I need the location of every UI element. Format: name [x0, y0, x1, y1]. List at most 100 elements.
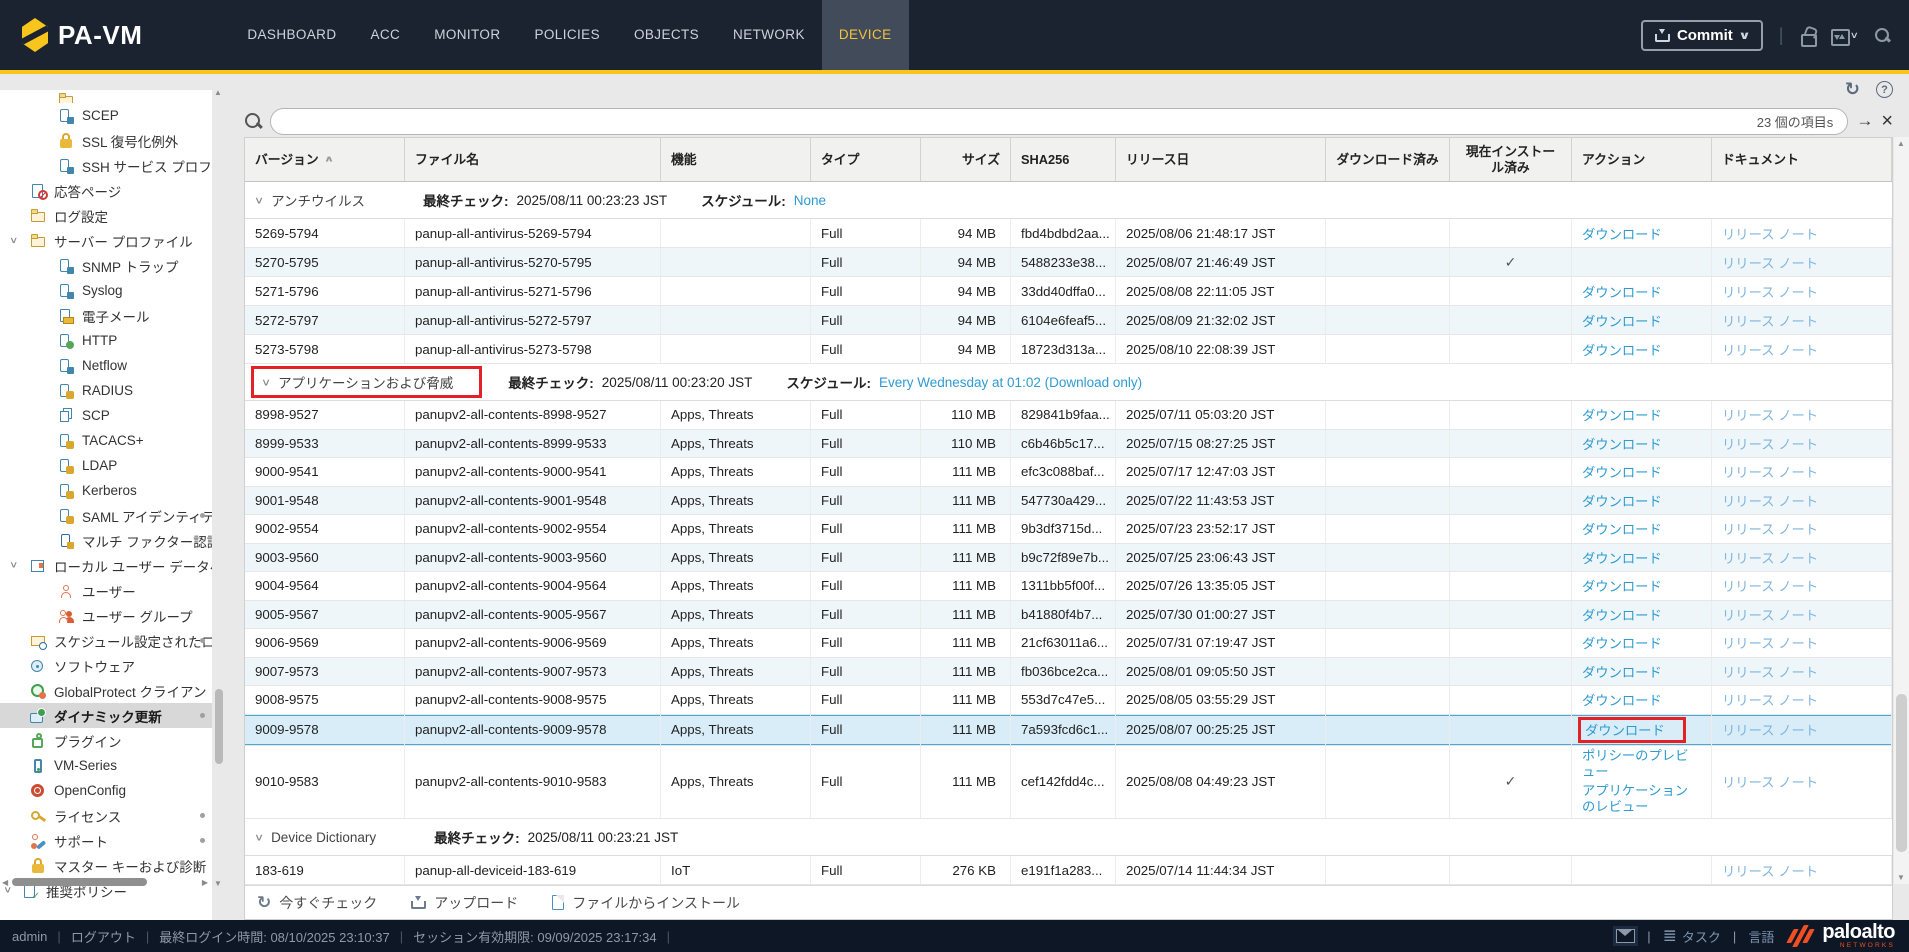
column-header-docs[interactable]: ドキュメント [1712, 138, 1892, 181]
sidebar-item-21[interactable]: ユーザー グループ [0, 603, 212, 628]
mail-icon[interactable] [1616, 929, 1635, 943]
sidebar-item-30[interactable]: サポート [0, 828, 212, 853]
apply-filter-arrow-icon[interactable]: → [1856, 111, 1873, 131]
tab-device[interactable]: DEVICE [822, 0, 909, 70]
sidebar-item-8[interactable]: Syslog [0, 278, 212, 303]
scrollbar-thumb[interactable] [1896, 694, 1907, 852]
scroll-down-arrow[interactable]: ▼ [214, 879, 222, 888]
scrollbar-thumb[interactable] [12, 878, 147, 886]
clear-filter-icon[interactable]: × [1881, 111, 1893, 131]
download-link[interactable]: ダウンロード [1582, 519, 1662, 538]
download-link[interactable]: ダウンロード [1582, 633, 1662, 652]
scroll-down-arrow[interactable]: ▼ [1897, 873, 1905, 882]
help-icon[interactable]: ? [1876, 81, 1893, 98]
release-notes-link[interactable]: リリース ノート [1722, 462, 1818, 481]
tab-objects[interactable]: OBJECTS [617, 0, 716, 70]
sidebar-item[interactable] [0, 90, 212, 103]
sidebar-item-7[interactable]: SNMP トラップ [0, 253, 212, 278]
chevron-down-icon[interactable]: ∨ [254, 831, 264, 843]
download-link[interactable]: ダウンロード [1582, 576, 1662, 595]
download-link[interactable]: ダウンロード [1582, 462, 1662, 481]
sidebar-item-29[interactable]: ライセンス [0, 803, 212, 828]
sidebar-item-11[interactable]: Netflow [0, 353, 212, 378]
refresh-icon[interactable]: ↻ [1845, 79, 1860, 100]
sidebar-item-17[interactable]: SAML アイデンティティ [0, 503, 212, 528]
tab-dashboard[interactable]: DASHBOARD [230, 0, 353, 70]
release-notes-link[interactable]: リリース ノート [1722, 253, 1818, 272]
release-notes-link[interactable]: リリース ノート [1722, 224, 1818, 243]
sidebar-item-12[interactable]: RADIUS [0, 378, 212, 403]
sidebar-item-27[interactable]: VM-Series [0, 753, 212, 778]
config-save-icon[interactable] [1831, 28, 1848, 43]
sidebar-item-31[interactable]: マスター キーおよび診断 [0, 853, 212, 878]
sidebar-item-19[interactable]: ∨ローカル ユーザー データベ [0, 553, 212, 578]
column-header-sha256[interactable]: SHA256 [1011, 138, 1116, 181]
release-notes-link[interactable]: リリース ノート [1722, 491, 1818, 510]
lock-icon[interactable] [1799, 27, 1815, 44]
sidebar-item-28[interactable]: OpenConfig [0, 778, 212, 803]
download-link[interactable]: ダウンロード [1582, 605, 1662, 624]
sidebar-item-2[interactable]: SSL 復号化例外 [0, 128, 212, 153]
global-search-icon[interactable] [1874, 27, 1891, 44]
download-link[interactable]: ダウンロード [1582, 690, 1662, 709]
sidebar-vertical-scrollbar[interactable]: ▲ ▼ [212, 104, 227, 874]
column-header-version[interactable]: バージョン∧ [245, 138, 405, 181]
sidebar-item-16[interactable]: Kerberos [0, 478, 212, 503]
column-header-downloaded[interactable]: ダウンロード済み [1326, 138, 1450, 181]
column-header-release_date[interactable]: リリース日 [1116, 138, 1326, 181]
tab-monitor[interactable]: MONITOR [417, 0, 517, 70]
column-header-installed[interactable]: 現在インストール済み [1450, 138, 1572, 181]
tasks-button[interactable]: ≣ タスク [1663, 926, 1721, 946]
sidebar-item-1[interactable]: SCEP [0, 103, 212, 128]
tab-network[interactable]: NETWORK [716, 0, 822, 70]
tab-policies[interactable]: POLICIES [518, 0, 617, 70]
sidebar-item-3[interactable]: SSH サービス プロファ [0, 153, 212, 178]
download-link[interactable]: ダウンロード [1582, 662, 1662, 681]
scroll-up-arrow[interactable]: ▲ [214, 88, 222, 97]
download-link[interactable]: ダウンロード [1582, 405, 1662, 424]
sidebar-item-22[interactable]: スケジュール設定されたロ [0, 628, 212, 653]
language-button[interactable]: 言語 [1748, 927, 1774, 946]
sidebar-item-25[interactable]: ダイナミック更新 [0, 703, 212, 728]
download-link[interactable]: ダウンロード [1582, 548, 1662, 567]
column-header-size[interactable]: サイズ [921, 138, 1011, 181]
sidebar-item-14[interactable]: TACACS+ [0, 428, 212, 453]
release-notes-link[interactable]: リリース ノート [1722, 434, 1818, 453]
release-notes-link[interactable]: リリース ノート [1722, 772, 1818, 791]
column-header-type[interactable]: タイプ [811, 138, 921, 181]
table-vertical-scrollbar[interactable]: ▲ ▼ [1894, 137, 1909, 884]
sidebar-item-4[interactable]: 応答ページ [0, 178, 212, 203]
scroll-left-arrow[interactable]: ◀ [2, 878, 8, 887]
download-link[interactable]: ダウンロード [1585, 723, 1665, 738]
sidebar-item-13[interactable]: SCP [0, 403, 212, 428]
sidebar-item-10[interactable]: HTTP [0, 328, 212, 353]
download-link[interactable]: ダウンロード [1582, 434, 1662, 453]
release-notes-link[interactable]: リリース ノート [1722, 662, 1818, 681]
commit-button[interactable]: Commit ∨ [1641, 20, 1763, 51]
column-header-features[interactable]: 機能 [661, 138, 811, 181]
install-from-file-button[interactable]: ファイルからインストール [552, 893, 740, 913]
sidebar-item-23[interactable]: ソフトウェア [0, 653, 212, 678]
sidebar-item-15[interactable]: LDAP [0, 453, 212, 478]
check-now-button[interactable]: ↻ 今すぐチェック [257, 893, 377, 913]
release-notes-link[interactable]: リリース ノート [1722, 548, 1818, 567]
sidebar-item-20[interactable]: ユーザー [0, 578, 212, 603]
download-link[interactable]: ダウンロード [1582, 282, 1662, 301]
release-notes-link[interactable]: リリース ノート [1722, 861, 1818, 880]
release-notes-link[interactable]: リリース ノート [1722, 311, 1818, 330]
download-link[interactable]: ダウンロード [1582, 491, 1662, 510]
sidebar-item-18[interactable]: マルチ ファクター認証 [0, 528, 212, 553]
search-input[interactable]: 23 個の項目s [270, 108, 1848, 135]
schedule-link[interactable]: Every Wednesday at 01:02 (Download only) [879, 375, 1142, 390]
column-header-filename[interactable]: ファイル名 [405, 138, 661, 181]
download-link[interactable]: ダウンロード [1582, 224, 1662, 243]
app-review-link[interactable]: アプリケーションのレビュー [1582, 783, 1701, 816]
release-notes-link[interactable]: リリース ノート [1722, 720, 1818, 739]
chevron-down-icon[interactable]: ∨ [9, 561, 18, 571]
logout-link[interactable]: ログアウト [71, 927, 136, 946]
release-notes-link[interactable]: リリース ノート [1722, 576, 1818, 595]
release-notes-link[interactable]: リリース ノート [1722, 605, 1818, 624]
tab-acc[interactable]: ACC [353, 0, 417, 70]
column-header-action[interactable]: アクション [1572, 138, 1712, 181]
chevron-down-icon[interactable]: ∨ [261, 376, 271, 388]
